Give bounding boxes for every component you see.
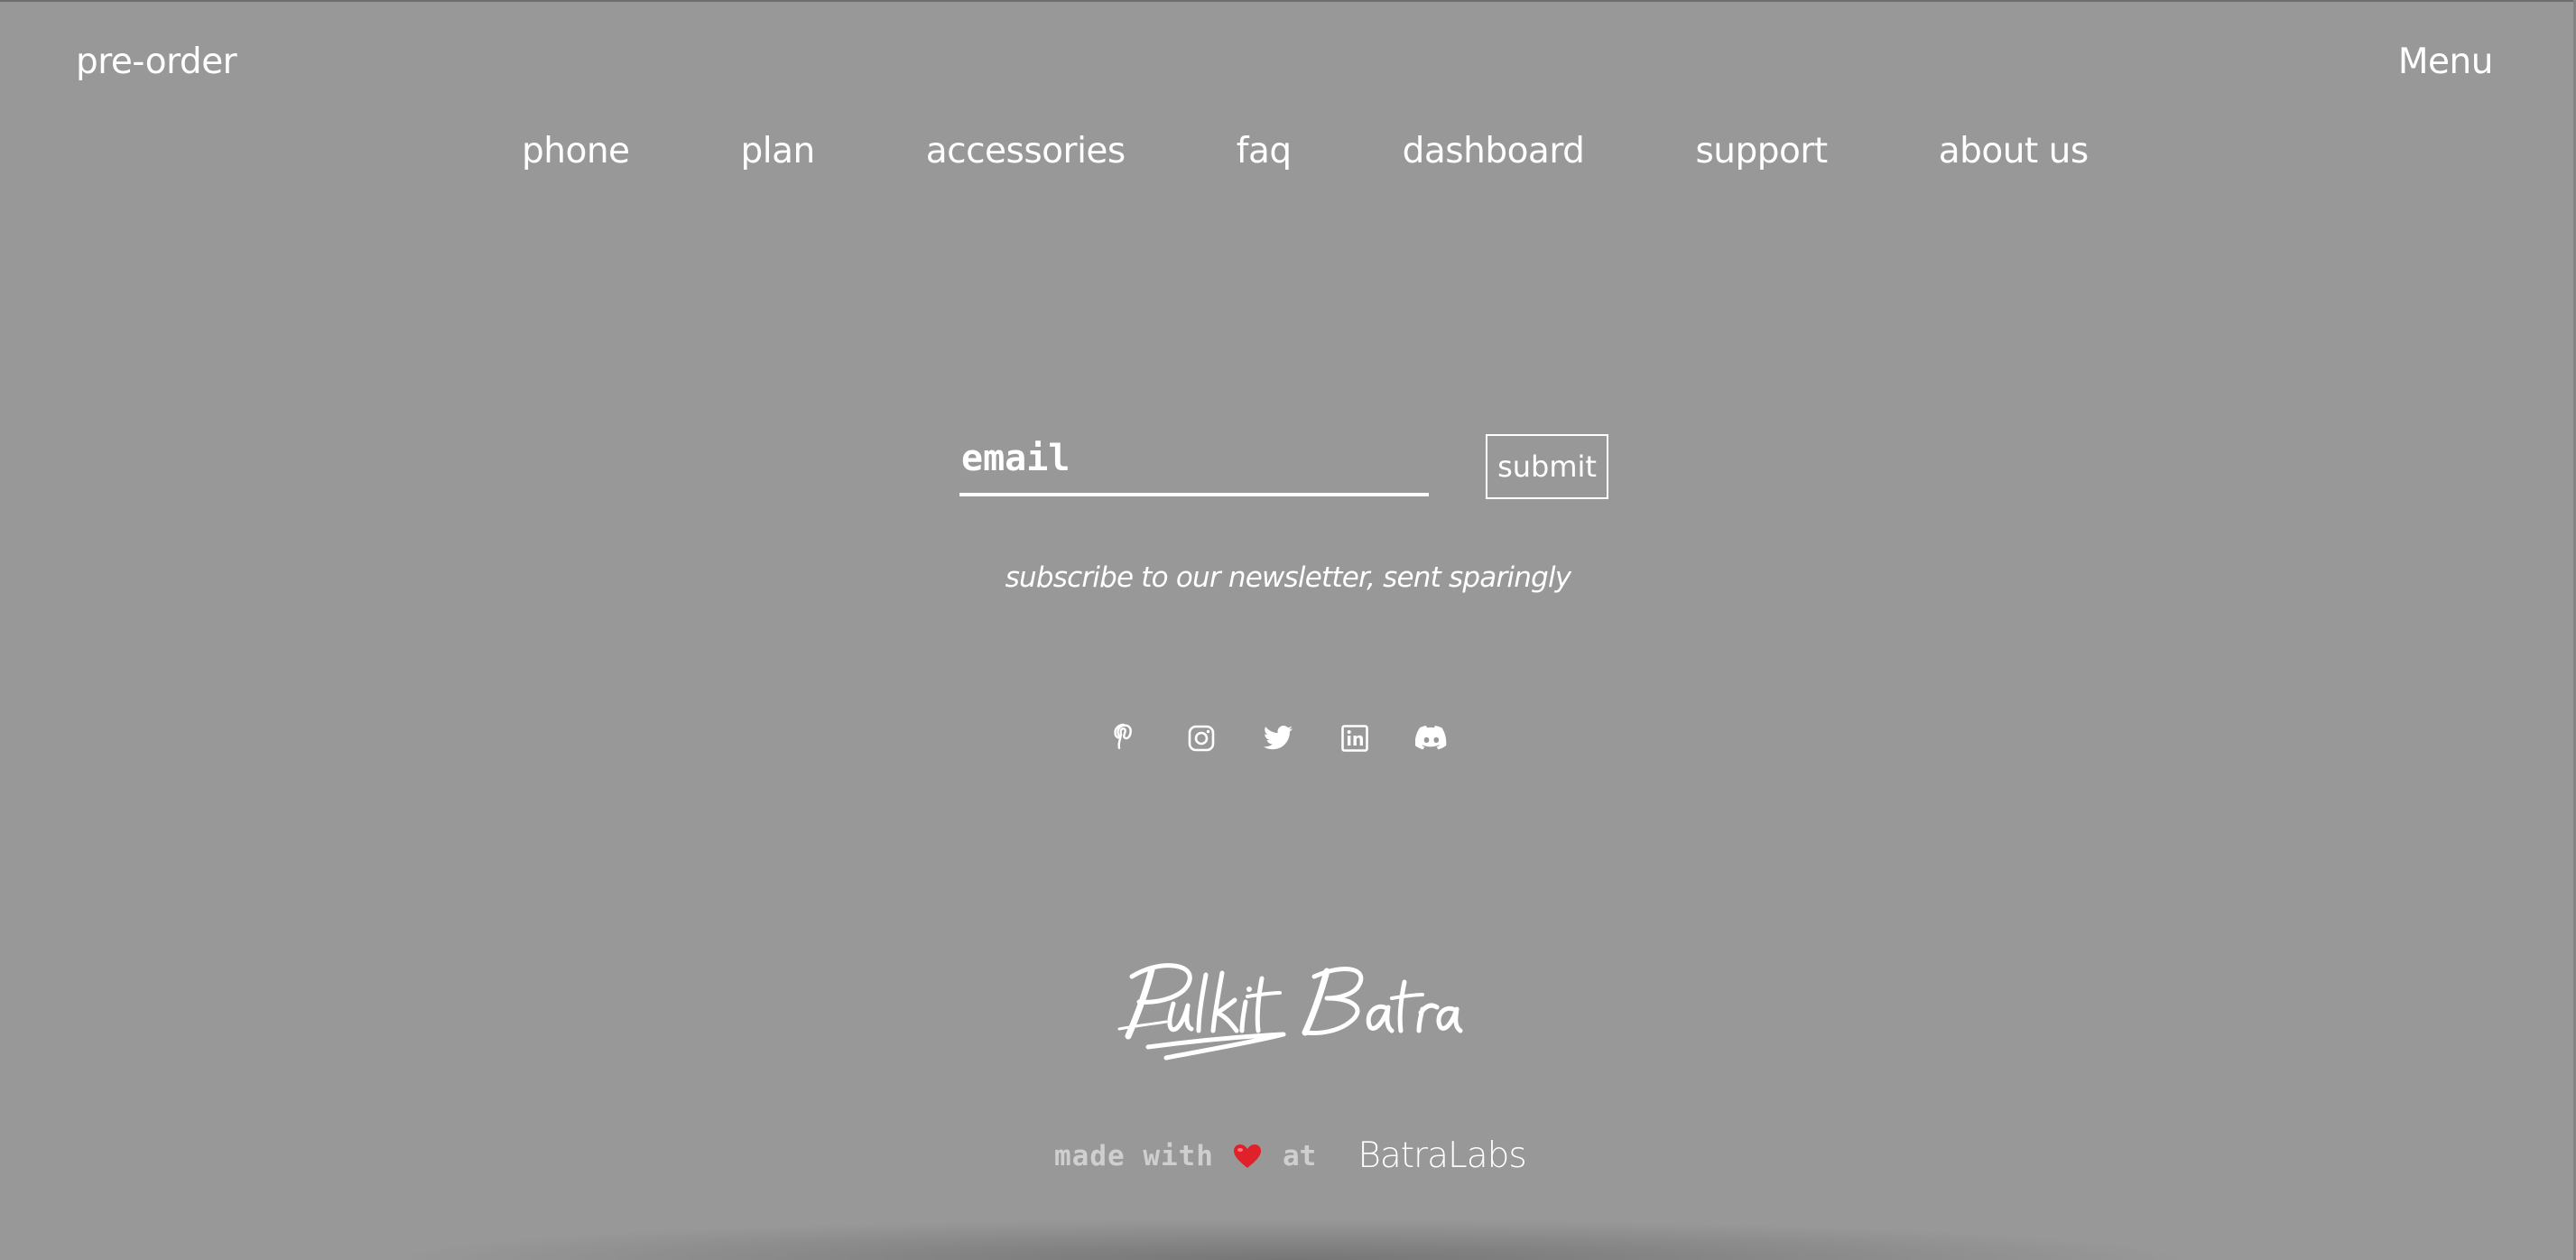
- nav-item-support[interactable]: support: [1695, 131, 1828, 171]
- nav-item-about-us[interactable]: about us: [1939, 131, 2089, 171]
- made-with-text: made with: [1054, 1139, 1214, 1172]
- newsletter-caption: subscribe to our newsletter, sent sparin…: [1005, 561, 1571, 594]
- nav-item-accessories[interactable]: accessories: [926, 131, 1126, 171]
- brand-link[interactable]: BatraLabs: [1357, 1135, 1526, 1176]
- footer-credit: made with at BatraLabs: [1054, 1135, 1527, 1176]
- pinterest-icon[interactable]: [1108, 722, 1141, 755]
- heart-icon: [1232, 1143, 1263, 1170]
- main-nav: phone plan accessories faq dashboard sup…: [522, 131, 2089, 171]
- instagram-icon[interactable]: [1185, 722, 1218, 755]
- nav-item-faq[interactable]: faq: [1237, 131, 1292, 171]
- social-links: [1108, 722, 1448, 755]
- nav-item-dashboard[interactable]: dashboard: [1403, 131, 1585, 171]
- window-top-border: [0, 0, 2576, 2]
- submit-button[interactable]: submit: [1486, 434, 1608, 499]
- at-text: at: [1282, 1139, 1317, 1172]
- discord-icon[interactable]: [1415, 722, 1448, 755]
- linkedin-icon[interactable]: [1339, 722, 1371, 755]
- preorder-link[interactable]: pre-order: [76, 42, 237, 82]
- nav-item-phone[interactable]: phone: [522, 131, 630, 171]
- signature-logo: [1112, 957, 1464, 1074]
- email-field-wrapper: [959, 431, 1432, 496]
- bottom-shadow: [379, 1218, 2202, 1260]
- twitter-icon[interactable]: [1262, 722, 1294, 755]
- menu-button[interactable]: Menu: [2398, 42, 2494, 82]
- email-field[interactable]: [959, 431, 1432, 486]
- nav-item-plan[interactable]: plan: [741, 131, 816, 171]
